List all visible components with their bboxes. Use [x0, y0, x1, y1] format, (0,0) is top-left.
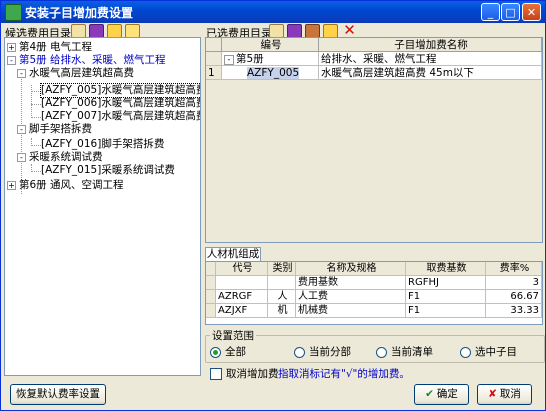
tree-item-azfy016[interactable]: [AZFY_016]脚手架搭拆费 [41, 138, 164, 151]
table-row-cell[interactable]: 水暖气高层建筑超高费 45m以下 [319, 66, 542, 80]
app-icon [5, 4, 22, 21]
tree-item-azfy007[interactable]: [AZFY_007]水暖气高层建筑超高费 80m [41, 110, 200, 123]
minimize-button[interactable]: _ [481, 3, 500, 21]
tree-node-highrise-fee[interactable]: - 水暖气高层建筑超高费 [17, 67, 134, 80]
hint-text: 指取消标记有"√"的增加费。 [278, 368, 410, 380]
open-book-icon[interactable] [71, 24, 86, 38]
dialog-window: 安装子目增加费设置 _ □ ✕ 候选费用目录 + 第4册 电气工程 - 第5册 给排… [0, 0, 546, 411]
tree-node-book4[interactable]: + 第4册 电气工程 [7, 41, 92, 54]
delete-icon[interactable]: ✕ [342, 23, 357, 38]
col-header-code: 编号 [222, 38, 319, 52]
collapse-all-icon[interactable] [125, 24, 140, 38]
table-row-cell[interactable]: 给排水、采暖、燃气工程 [319, 52, 542, 66]
tree-item-azfy005[interactable]: [AZFY_005]水暖气高层建筑超高费 45m [39, 83, 200, 98]
expand-all-icon[interactable] [107, 24, 122, 38]
close-button[interactable]: ✕ [522, 3, 541, 21]
candidate-tree: + 第4册 电气工程 - 第5册 给排水、采暖、燃气工程 - 水暖气高层建筑超高费 [… [4, 37, 201, 376]
selected-grid: 编号 子目增加费名称 - 第5册 给排水、采暖、燃气工程 1 AZFY_005 水… [205, 37, 543, 243]
ok-button[interactable]: ✔ 确定 [414, 384, 469, 405]
table-row-cell[interactable]: AZFY_005 [222, 66, 319, 80]
collapse-icon[interactable]: - [224, 55, 234, 65]
tree-item-azfy015[interactable]: [AZFY_015]采暖系统调试费 [41, 164, 175, 177]
open-book-icon[interactable] [269, 24, 284, 38]
copy-icon[interactable] [323, 24, 338, 38]
tree-node-heating-test-fee[interactable]: - 采暖系统调试费 [17, 151, 103, 164]
radio-selected-icon[interactable] [210, 346, 221, 358]
book-icon[interactable] [89, 24, 104, 38]
cancel-fee-checkbox[interactable]: 取消增加费 [210, 366, 279, 381]
table-row-cell[interactable]: AZJXF [216, 304, 268, 318]
table-row-cell[interactable]: - 第5册 [222, 52, 319, 66]
window-title: 安装子目增加费设置 [25, 6, 134, 20]
tree-node-scaffold-fee[interactable]: - 脚手架搭拆费 [17, 123, 92, 136]
tree-node-book6[interactable]: + 第6册 通风、空调工程 [7, 179, 124, 192]
checkbox-icon[interactable] [210, 368, 222, 380]
table-row-cell[interactable]: AZRGF [216, 290, 268, 304]
radio-current-list[interactable]: 当前清单 [376, 344, 433, 359]
cross-icon: ✘ [488, 388, 497, 400]
radio-selected-items[interactable]: 选中子目 [460, 344, 517, 359]
labor-table: 代号 类别 名称及规格 取费基数 费率% 费用基数 RGFHJ 3 AZRGF … [205, 261, 543, 325]
radio-icon[interactable] [460, 346, 471, 358]
title-bar: 安装子目增加费设置 _ □ ✕ [1, 1, 545, 23]
radio-current-section[interactable]: 当前分部 [294, 344, 351, 359]
insert-icon[interactable] [305, 24, 320, 38]
book-icon[interactable] [287, 24, 302, 38]
radio-all[interactable]: 全部 [210, 344, 246, 359]
tree-item-azfy006[interactable]: [AZFY_006]水暖气高层建筑超高费 80m [41, 97, 200, 110]
table-row-cell[interactable] [216, 276, 268, 290]
radio-icon[interactable] [294, 346, 305, 358]
scope-group: 设置范围 全部 当前分部 当前清单 选中子目 [205, 328, 545, 363]
restore-default-rates-button[interactable]: 恢复默认费率设置 [10, 384, 106, 405]
tree-node-book5[interactable]: - 第5册 给排水、采暖、燃气工程 [7, 54, 166, 67]
check-icon: ✔ [425, 388, 434, 400]
scope-group-title: 设置范围 [210, 328, 256, 343]
maximize-button[interactable]: □ [501, 3, 520, 21]
cancel-button[interactable]: ✘ 取消 [477, 384, 532, 405]
radio-icon[interactable] [376, 346, 387, 358]
col-header-name: 子目增加费名称 [319, 38, 542, 52]
tab-labor-material-machine[interactable]: 人材机组成 [205, 247, 261, 262]
